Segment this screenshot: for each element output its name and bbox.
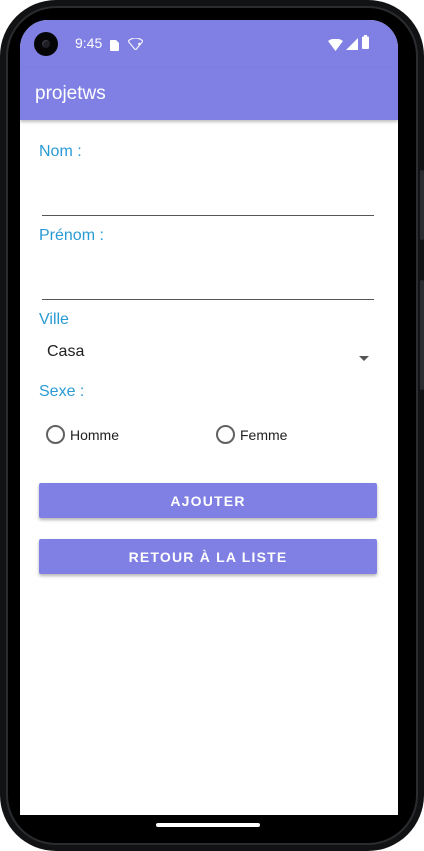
app-bar: projetws: [20, 68, 398, 120]
radio-unchecked-icon: [216, 425, 235, 444]
cell-signal-icon: [346, 37, 358, 55]
camera-icon: [34, 32, 58, 56]
nom-label: Nom :: [39, 143, 82, 160]
battery-icon: [362, 35, 369, 54]
radio-femme[interactable]: Femme: [216, 424, 326, 446]
wifi-icon: [127, 37, 144, 55]
radio-homme[interactable]: Homme: [46, 424, 156, 446]
status-bar: 9:45: [20, 20, 398, 68]
retour-liste-button[interactable]: RETOUR À LA LISTE: [39, 539, 377, 574]
signal-icon: [328, 38, 343, 56]
volume-button: [420, 280, 424, 390]
nom-input[interactable]: [42, 176, 374, 216]
radio-homme-label: Homme: [70, 427, 120, 443]
dropdown-arrow-icon: [359, 356, 369, 361]
status-time: 9:45: [75, 35, 103, 51]
phone-frame: 9:45 projetws Nom: Prénom: Ville Casa …: [0, 0, 424, 851]
app-title: projetws: [35, 83, 106, 104]
power-button: [420, 170, 424, 240]
sim-card-icon: [110, 38, 119, 56]
sexe-label: Sexe :: [39, 383, 85, 400]
prenom-input[interactable]: [42, 260, 374, 300]
ville-selected-value: Casa: [47, 343, 85, 360]
navigation-bar: [20, 815, 398, 839]
radio-unchecked-icon: [46, 425, 65, 444]
ville-dropdown[interactable]: Casa: [39, 338, 369, 374]
form-content: Nom : Prénom : Ville Casa Sexe : Homme F…: [20, 120, 398, 815]
ville-label: Ville: [39, 311, 69, 328]
home-indicator[interactable]: [156, 823, 260, 827]
radio-femme-label: Femme: [240, 427, 288, 443]
ajouter-button[interactable]: AJOUTER: [39, 483, 377, 518]
prenom-label: Prénom :: [39, 227, 104, 244]
screen: 9:45 projetws Nom: Prénom: Ville Casa …: [20, 20, 398, 815]
